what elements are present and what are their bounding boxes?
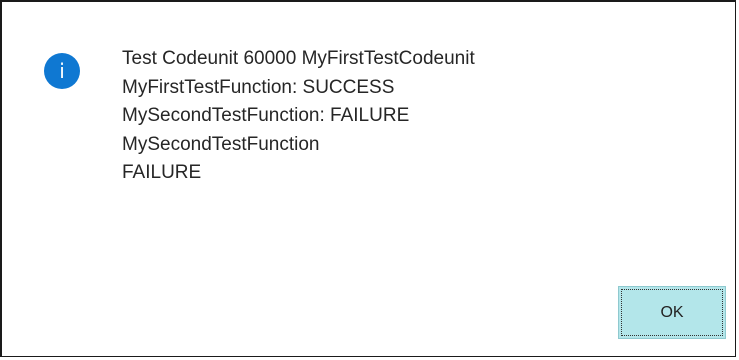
info-icon: i (44, 53, 80, 89)
message-line: FAILURE (122, 162, 202, 184)
message-text: Test Codeunit 60000 MyFirstTestCodeunit … (122, 45, 475, 188)
message-line: MySecondTestFunction: FAILURE (122, 105, 410, 127)
message-dialog: i Test Codeunit 60000 MyFirstTestCodeuni… (0, 0, 736, 357)
message-line: MySecondTestFunction (122, 133, 320, 155)
message-line: Test Codeunit 60000 MyFirstTestCodeunit (122, 48, 475, 69)
ok-button[interactable]: OK (618, 286, 726, 339)
message-line: MyFirstTestFunction: SUCCESS (122, 76, 395, 98)
